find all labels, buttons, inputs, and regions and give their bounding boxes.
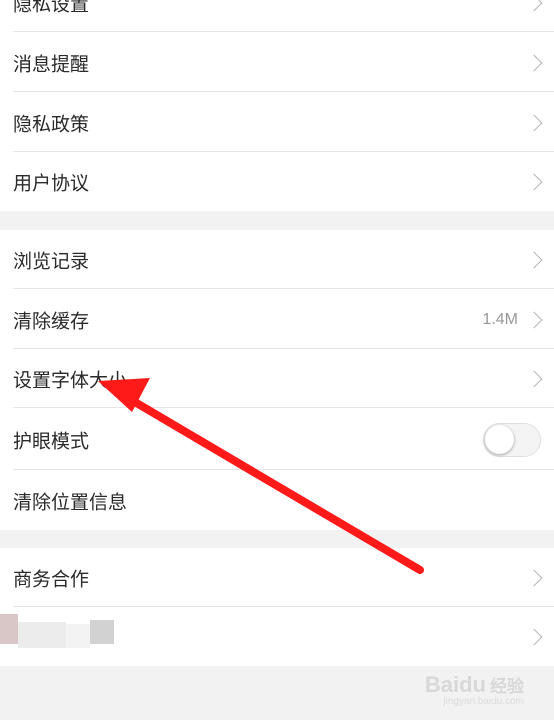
- watermark-url: jingyan.baidu.com: [443, 696, 524, 707]
- red-arrow-annotation: [98, 378, 424, 574]
- watermark-brand: Baidu: [424, 672, 486, 697]
- baidu-watermark: Baidu 经验 jingyan.baidu.com: [424, 672, 524, 707]
- watermark-sub: 经验: [490, 677, 524, 696]
